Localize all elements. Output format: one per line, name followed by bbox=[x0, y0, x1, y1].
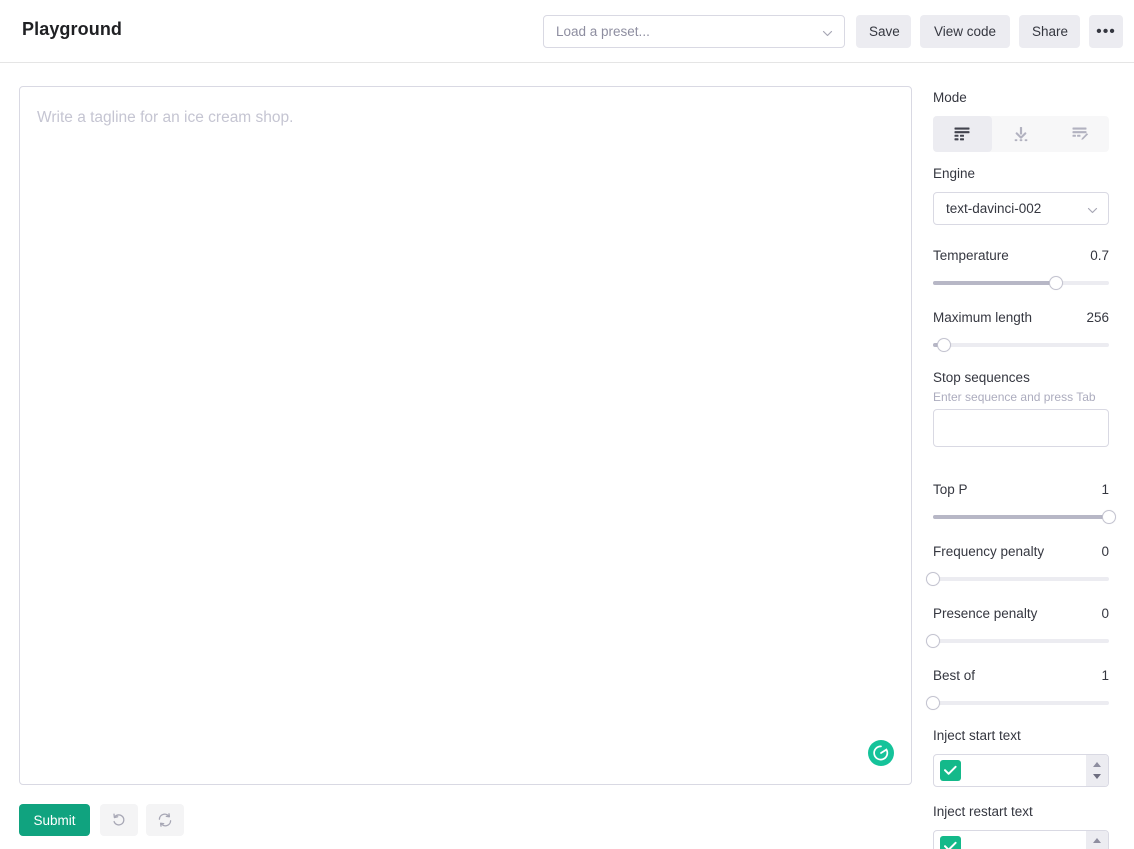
prompt-textarea[interactable]: Write a tagline for an ice cream shop. bbox=[19, 86, 912, 785]
slider-track bbox=[933, 639, 1109, 643]
slider-fill bbox=[933, 515, 1109, 519]
inject-restart-text-control[interactable] bbox=[933, 830, 1109, 849]
presence-penalty-label: Presence penalty bbox=[933, 606, 1038, 621]
chevron-down-icon bbox=[821, 27, 834, 40]
stop-sequences-input-wrap[interactable] bbox=[933, 409, 1109, 447]
engine-select-value: text-davinci-002 bbox=[946, 201, 1042, 216]
top-p-slider[interactable] bbox=[933, 510, 1116, 524]
inject-restart-text-stepper[interactable] bbox=[1086, 831, 1108, 849]
submit-button[interactable]: Submit bbox=[19, 804, 90, 836]
slider-track bbox=[933, 343, 1109, 347]
inject-start-text-label: Inject start text bbox=[933, 728, 1021, 743]
slider-thumb[interactable] bbox=[926, 696, 940, 710]
undo-button[interactable] bbox=[100, 804, 138, 836]
top-p-label: Top P bbox=[933, 482, 968, 497]
grammarly-icon[interactable] bbox=[868, 740, 894, 766]
inject-restart-text-label: Inject restart text bbox=[933, 804, 1033, 819]
presence-penalty-value: 0 bbox=[1101, 606, 1109, 621]
temperature-value: 0.7 bbox=[1090, 248, 1109, 263]
stop-sequences-label: Stop sequences bbox=[933, 370, 1030, 385]
inject-restart-text-checkbox[interactable] bbox=[940, 836, 961, 849]
mode-segmented-control bbox=[933, 116, 1109, 152]
slider-track bbox=[933, 701, 1109, 705]
maximum-length-value: 256 bbox=[1086, 310, 1109, 325]
temperature-slider[interactable] bbox=[933, 276, 1109, 290]
stepper-down-icon[interactable] bbox=[1093, 774, 1101, 779]
slider-fill bbox=[933, 281, 1057, 285]
preset-select[interactable]: Load a preset... bbox=[543, 15, 845, 48]
presence-penalty-slider[interactable] bbox=[926, 634, 1109, 648]
best-of-slider[interactable] bbox=[926, 696, 1109, 710]
frequency-penalty-slider[interactable] bbox=[926, 572, 1109, 586]
stop-sequences-hint: Enter sequence and press Tab bbox=[933, 390, 1096, 404]
maximum-length-slider[interactable] bbox=[933, 338, 1109, 352]
inject-start-text-control[interactable] bbox=[933, 754, 1109, 787]
page-title: Playground bbox=[22, 19, 123, 39]
stepper-up-icon[interactable] bbox=[1093, 838, 1101, 843]
save-button[interactable]: Save bbox=[856, 15, 911, 48]
settings-sidebar: Mode Engine text-davinci-002 Temperature… bbox=[913, 64, 1134, 849]
mode-option-edit[interactable] bbox=[1050, 116, 1109, 152]
maximum-length-label: Maximum length bbox=[933, 310, 1033, 325]
engine-select[interactable]: text-davinci-002 bbox=[933, 192, 1109, 225]
mode-label: Mode bbox=[933, 90, 967, 105]
prompt-placeholder: Write a tagline for an ice cream shop. bbox=[37, 109, 294, 126]
slider-thumb[interactable] bbox=[926, 572, 940, 586]
best-of-label: Best of bbox=[933, 668, 976, 683]
view-code-button[interactable]: View code bbox=[920, 15, 1010, 48]
frequency-penalty-label: Frequency penalty bbox=[933, 544, 1045, 559]
mode-option-insert[interactable] bbox=[992, 116, 1051, 152]
mode-option-complete[interactable] bbox=[933, 116, 992, 152]
engine-label: Engine bbox=[933, 166, 976, 181]
share-button[interactable]: Share bbox=[1019, 15, 1080, 48]
slider-thumb[interactable] bbox=[1102, 510, 1116, 524]
temperature-label: Temperature bbox=[933, 248, 1009, 263]
preset-select-placeholder: Load a preset... bbox=[556, 24, 650, 39]
inject-start-text-stepper[interactable] bbox=[1086, 755, 1108, 786]
app-header: Playground Load a preset... Save View co… bbox=[0, 0, 1134, 63]
top-p-value: 1 bbox=[1101, 482, 1109, 497]
slider-thumb[interactable] bbox=[926, 634, 940, 648]
more-options-button[interactable]: ••• bbox=[1089, 15, 1123, 48]
inject-start-text-checkbox[interactable] bbox=[940, 760, 961, 781]
slider-thumb[interactable] bbox=[1049, 276, 1064, 290]
regenerate-button[interactable] bbox=[146, 804, 184, 836]
slider-track bbox=[933, 577, 1109, 581]
slider-thumb[interactable] bbox=[936, 338, 951, 352]
chevron-down-icon bbox=[1086, 204, 1099, 217]
stepper-up-icon[interactable] bbox=[1093, 762, 1101, 767]
best-of-value: 1 bbox=[1101, 668, 1109, 683]
stop-sequences-input[interactable] bbox=[934, 410, 1108, 446]
frequency-penalty-value: 0 bbox=[1101, 544, 1109, 559]
